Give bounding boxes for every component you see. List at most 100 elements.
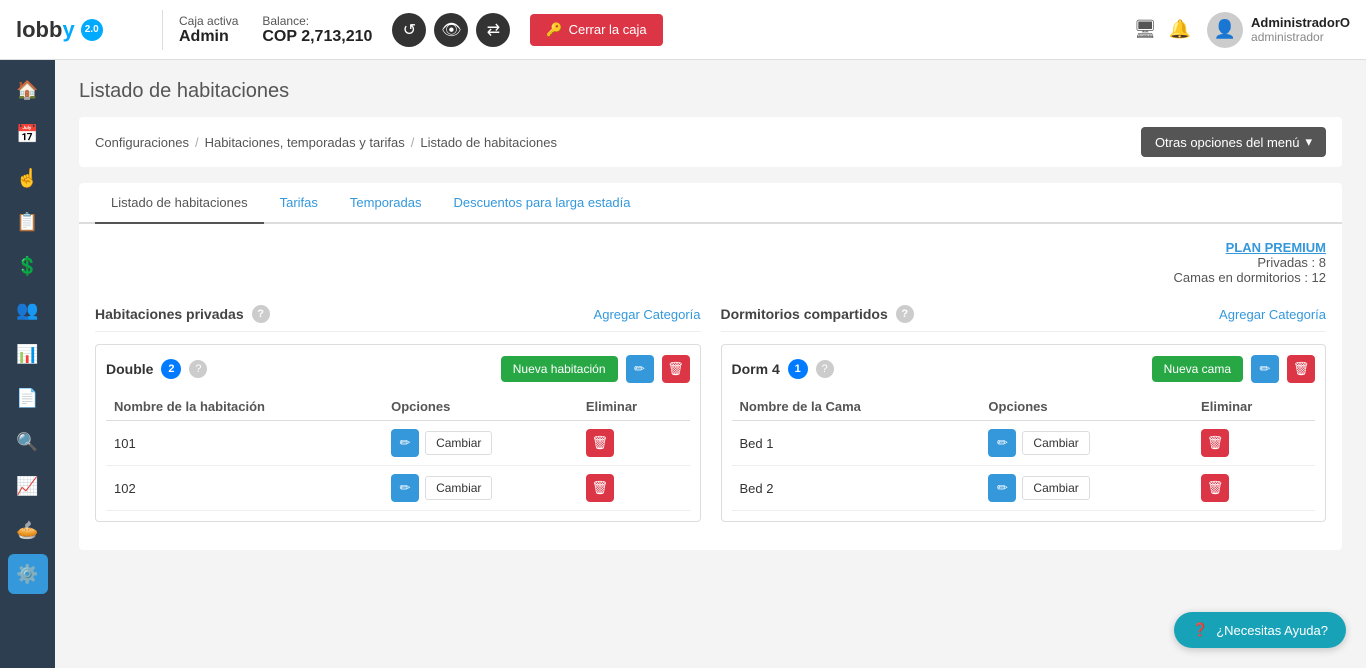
tab-temporadas[interactable]: Temporadas xyxy=(334,183,438,224)
sidebar-item-document[interactable]: 📄 xyxy=(8,378,48,418)
cat-badge-dorm4: 1 xyxy=(788,359,808,379)
sidebar-item-money[interactable]: 💲 xyxy=(8,246,48,286)
privadas-count: Privadas : 8 xyxy=(1257,255,1326,270)
other-options-label: Otras opciones del menú xyxy=(1155,135,1300,150)
tab-tarifas[interactable]: Tarifas xyxy=(264,183,334,224)
history-icon[interactable]: ↺ xyxy=(392,13,426,47)
cama-name-bed2: Bed 2 xyxy=(732,466,981,511)
header: lobby 2.0 Caja activa Admin Balance: COP… xyxy=(0,0,1366,60)
col-cama-delete: Eliminar xyxy=(1193,393,1315,421)
edit-category-double-button[interactable]: ✏ xyxy=(626,355,654,383)
monitor-icon[interactable]: 🖥 xyxy=(1134,19,1157,40)
cat-badge-double: 2 xyxy=(161,359,181,379)
cat-name-double: Double xyxy=(106,361,153,377)
room-options-101: ✏ Cambiar xyxy=(383,421,578,466)
user-role: administrador xyxy=(1251,30,1350,44)
tab-listado[interactable]: Listado de habitaciones xyxy=(95,183,264,224)
edit-room-102-button[interactable]: ✏ xyxy=(391,474,419,502)
close-caja-button[interactable]: 🔑 Cerrar la caja xyxy=(530,14,662,46)
rooms-table-dorm4: Nombre de la Cama Opciones Eliminar Bed … xyxy=(732,393,1316,511)
key-icon: 🔑 xyxy=(546,22,562,38)
delete-room-102-button[interactable]: 🗑 xyxy=(586,474,614,502)
user-info: 👤 AdministradorO administrador xyxy=(1207,12,1350,48)
help-icon-dormitorios[interactable]: ? xyxy=(896,305,914,323)
delete-bed2-button[interactable]: 🗑 xyxy=(1201,474,1229,502)
section-habitaciones-privadas: Habitaciones privadas ? Agregar Categorí… xyxy=(95,297,701,534)
sidebar-item-settings[interactable]: ⚙️ xyxy=(8,554,48,594)
balance-label: Balance: xyxy=(262,14,372,28)
header-divider xyxy=(162,10,163,50)
sidebar-item-reports[interactable]: 📊 xyxy=(8,334,48,374)
add-category-dormitorios-button[interactable]: Agregar Categoría xyxy=(1219,307,1326,322)
plan-premium-link[interactable]: PLAN PREMIUM xyxy=(1226,240,1326,255)
table-row: 101 ✏ Cambiar 🗑 xyxy=(106,421,690,466)
room-delete-101: 🗑 xyxy=(578,421,690,466)
sidebar-item-calendar[interactable]: 📅 xyxy=(8,114,48,154)
room-options-102: ✏ Cambiar xyxy=(383,466,578,511)
cambiar-room-101-button[interactable]: Cambiar xyxy=(425,431,492,455)
logo-area: lobby 2.0 xyxy=(16,17,146,43)
breadcrumb-current: Listado de habitaciones xyxy=(420,135,557,150)
delete-category-double-button[interactable]: 🗑 xyxy=(662,355,690,383)
edit-bed2-button[interactable]: ✏ xyxy=(988,474,1016,502)
cambiar-bed2-button[interactable]: Cambiar xyxy=(1022,476,1089,500)
section-header-dormitorios: Dormitorios compartidos ? Agregar Catego… xyxy=(721,297,1327,332)
page-title: Listado de habitaciones xyxy=(79,80,1342,103)
td-options-102: ✏ Cambiar xyxy=(391,474,570,502)
col-delete: Eliminar xyxy=(578,393,690,421)
delete-bed1-button[interactable]: 🗑 xyxy=(1201,429,1229,457)
section-header-privadas: Habitaciones privadas ? Agregar Categorí… xyxy=(95,297,701,332)
sidebar-item-pointer[interactable]: ☝ xyxy=(8,158,48,198)
close-caja-label: Cerrar la caja xyxy=(569,22,647,37)
sidebar-item-home[interactable]: 🏠 xyxy=(8,70,48,110)
section-title-label-privadas: Habitaciones privadas xyxy=(95,306,244,322)
room-name-101: 101 xyxy=(106,421,383,466)
room-delete-102: 🗑 xyxy=(578,466,690,511)
help-icon-dorm4[interactable]: ? xyxy=(816,360,834,378)
eye-icon[interactable]: 👁 xyxy=(434,13,468,47)
caja-label: Caja activa xyxy=(179,14,238,28)
sidebar-item-search[interactable]: 🔍 xyxy=(8,422,48,462)
other-options-button[interactable]: Otras opciones del menú ▾ xyxy=(1141,127,1326,157)
help-float-button[interactable]: ❓ ¿Necesitas Ayuda? xyxy=(1174,612,1346,648)
chevron-down-icon: ▾ xyxy=(1305,134,1312,150)
cambiar-bed1-button[interactable]: Cambiar xyxy=(1022,431,1089,455)
tab-descuentos[interactable]: Descuentos para larga estadía xyxy=(437,183,646,224)
add-category-privadas-button[interactable]: Agregar Categoría xyxy=(594,307,701,322)
transfer-icon[interactable]: ⇄ xyxy=(476,13,510,47)
breadcrumb: Configuraciones / Habitaciones, temporad… xyxy=(79,117,1342,167)
table-row: Bed 1 ✏ Cambiar 🗑 xyxy=(732,421,1316,466)
sidebar-item-pie[interactable]: 🥧 xyxy=(8,510,48,550)
help-question-icon: ❓ xyxy=(1192,622,1208,638)
category-double-header: Double 2 ? Nueva habitación ✏ 🗑 xyxy=(106,355,690,383)
section-dormitorios: Dormitorios compartidos ? Agregar Catego… xyxy=(721,297,1327,534)
sidebar-item-users[interactable]: 👥 xyxy=(8,290,48,330)
breadcrumb-sep-1: / xyxy=(195,135,199,150)
caja-section: Caja activa Admin xyxy=(179,14,238,46)
header-right-icons: 🖥 🔔 xyxy=(1134,19,1191,40)
delete-category-dorm4-button[interactable]: 🗑 xyxy=(1287,355,1315,383)
user-name-area: AdministradorO administrador xyxy=(1251,15,1350,44)
section-title-dormitorios: Dormitorios compartidos ? xyxy=(721,305,914,323)
rooms-table-double: Nombre de la habitación Opciones Elimina… xyxy=(106,393,690,511)
cama-name-bed1: Bed 1 xyxy=(732,421,981,466)
sidebar-item-analytics[interactable]: 📈 xyxy=(8,466,48,506)
help-icon-double[interactable]: ? xyxy=(189,360,207,378)
caja-name: Admin xyxy=(179,28,238,46)
table-row: Bed 2 ✏ Cambiar 🗑 xyxy=(732,466,1316,511)
edit-category-dorm4-button[interactable]: ✏ xyxy=(1251,355,1279,383)
td-options-bed2: ✏ Cambiar xyxy=(988,474,1185,502)
breadcrumb-configuraciones[interactable]: Configuraciones xyxy=(95,135,189,150)
help-icon-privadas[interactable]: ? xyxy=(252,305,270,323)
cambiar-room-102-button[interactable]: Cambiar xyxy=(425,476,492,500)
nueva-cama-button[interactable]: Nueva cama xyxy=(1152,356,1243,382)
sidebar: 🏠 📅 ☝ 📋 💲 👥 📊 📄 🔍 📈 🥧 ⚙️ xyxy=(0,60,55,668)
version-badge: 2.0 xyxy=(81,19,103,41)
sidebar-item-list[interactable]: 📋 xyxy=(8,202,48,242)
nueva-habitacion-button[interactable]: Nueva habitación xyxy=(501,356,618,382)
delete-room-101-button[interactable]: 🗑 xyxy=(586,429,614,457)
bell-icon[interactable]: 🔔 xyxy=(1169,19,1191,40)
breadcrumb-habitaciones[interactable]: Habitaciones, temporadas y tarifas xyxy=(205,135,405,150)
edit-bed1-button[interactable]: ✏ xyxy=(988,429,1016,457)
edit-room-101-button[interactable]: ✏ xyxy=(391,429,419,457)
